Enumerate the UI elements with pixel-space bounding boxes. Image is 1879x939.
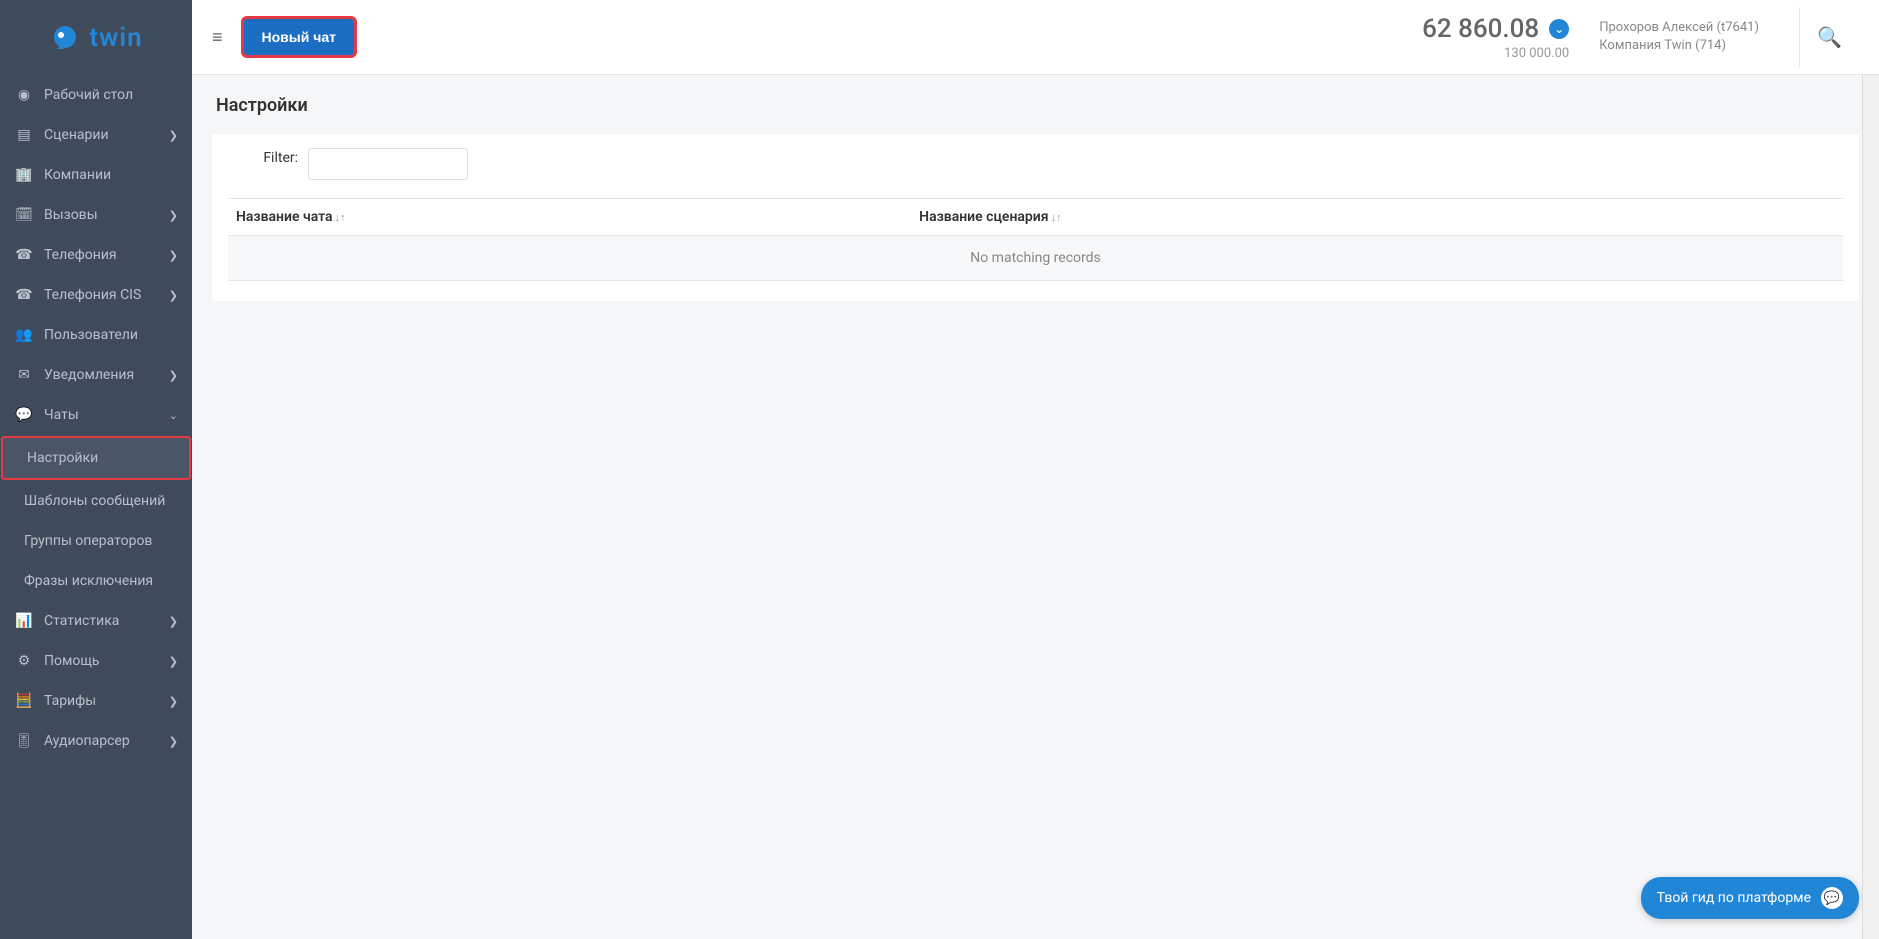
guide-label: Твой гид по платформе	[1657, 890, 1811, 906]
help-icon: ⚙	[16, 653, 32, 669]
chevron-right-icon: ❯	[169, 735, 178, 748]
scenarios-icon: ▤	[16, 127, 32, 143]
users-icon: 👥	[16, 327, 32, 343]
chevron-down-badge-icon[interactable]: ⌄	[1549, 19, 1569, 39]
user-name: Прохоров Алексей (t7641)	[1599, 19, 1759, 37]
filter-row: Filter:	[228, 148, 1843, 180]
tariffs-icon: 🧮	[16, 693, 32, 709]
chat-bubble-icon: 💬	[1821, 887, 1843, 909]
settings-panel: Filter: Название чата↓↑ Название сценари…	[212, 134, 1859, 301]
sidebar-sub-templates[interactable]: Шаблоны сообщений	[0, 481, 192, 521]
logo-icon	[49, 22, 81, 54]
telephony-cis-icon: ☎	[16, 287, 32, 303]
dashboard-icon: ◉	[16, 87, 32, 103]
telephony-icon: ☎	[16, 247, 32, 263]
sidebar-item-scenarios[interactable]: ▤ Сценарии ❯	[0, 115, 192, 155]
scrollbar[interactable]	[1862, 0, 1879, 939]
chevron-right-icon: ❯	[169, 209, 178, 222]
sidebar-item-notifications[interactable]: ✉ Уведомления ❯	[0, 355, 192, 395]
chevron-down-icon: ⌄	[169, 409, 178, 422]
chevron-right-icon: ❯	[169, 129, 178, 142]
sidebar-item-label: Телефония	[44, 247, 117, 263]
stats-icon: 📊	[16, 613, 32, 629]
sidebar-item-companies[interactable]: 🏢 Компании	[0, 155, 192, 195]
logo: twin	[49, 22, 142, 54]
chevron-right-icon: ❯	[169, 369, 178, 382]
sidebar-item-audioparser[interactable]: 🎚 Аудиопарсер ❯	[0, 721, 192, 761]
brand-text: twin	[89, 23, 142, 53]
hamburger-icon[interactable]: ≡	[212, 27, 223, 48]
sidebar-item-label: Тарифы	[44, 693, 96, 709]
filter-label: Filter:	[228, 148, 298, 166]
chats-icon: 💬	[16, 407, 32, 423]
sidebar-sub-label: Шаблоны сообщений	[24, 493, 165, 509]
chevron-right-icon: ❯	[169, 655, 178, 668]
balance-block[interactable]: 62 860.08 ⌄ 130 000.00	[1422, 14, 1569, 61]
balance-main: 62 860.08 ⌄	[1422, 14, 1569, 44]
col-actions	[1773, 199, 1843, 236]
logo-area[interactable]: twin	[0, 0, 192, 75]
sidebar-sub-label: Настройки	[27, 450, 98, 466]
sidebar-item-telephony-cis[interactable]: ☎ Телефония CIS ❯	[0, 275, 192, 315]
sidebar-item-label: Помощь	[44, 653, 100, 669]
chevron-right-icon: ❯	[169, 695, 178, 708]
table-empty-row: No matching records	[228, 236, 1843, 281]
notifications-icon: ✉	[16, 367, 32, 383]
sidebar-sub-settings[interactable]: Настройки	[1, 436, 191, 480]
calls-icon: 🗓	[16, 207, 32, 223]
company-icon: 🏢	[16, 167, 32, 183]
sidebar-item-label: Аудиопарсер	[44, 733, 130, 749]
sidebar-item-label: Вызовы	[44, 207, 98, 223]
col-label: Название чата	[236, 209, 333, 225]
balance-sub: 130 000.00	[1422, 46, 1569, 61]
search-button[interactable]: 🔍	[1799, 7, 1859, 67]
sidebar-item-stats[interactable]: 📊 Статистика ❯	[0, 601, 192, 641]
sort-icon: ↓↑	[1051, 211, 1062, 224]
sidebar-sub-label: Группы операторов	[24, 533, 152, 549]
sidebar-item-label: Чаты	[44, 407, 79, 423]
sidebar-item-label: Сценарии	[44, 127, 109, 143]
topbar-right: 62 860.08 ⌄ 130 000.00 Прохоров Алексей …	[1422, 7, 1859, 67]
sidebar-sub-groups[interactable]: Группы операторов	[0, 521, 192, 561]
sidebar-sub-label: Фразы исключения	[24, 573, 153, 589]
new-chat-button[interactable]: Новый чат	[241, 16, 358, 58]
user-company: Компания Twin (714)	[1599, 37, 1759, 55]
topbar: ≡ Новый чат 62 860.08 ⌄ 130 000.00 Прохо…	[192, 0, 1879, 75]
sort-icon: ↓↑	[335, 211, 346, 224]
empty-message: No matching records	[228, 236, 1843, 281]
filter-input[interactable]	[308, 148, 468, 180]
sidebar-item-dashboard[interactable]: ◉ Рабочий стол	[0, 75, 192, 115]
chats-table: Название чата↓↑ Название сценария↓↑ No m…	[228, 198, 1843, 281]
chevron-right-icon: ❯	[169, 289, 178, 302]
sidebar-item-tariffs[interactable]: 🧮 Тарифы ❯	[0, 681, 192, 721]
page-title: Настройки	[212, 95, 1859, 116]
user-info[interactable]: Прохоров Алексей (t7641) Компания Twin (…	[1599, 19, 1759, 55]
main-content: Настройки Filter: Название чата↓↑ Назван…	[192, 75, 1879, 939]
col-scenario-name[interactable]: Название сценария↓↑	[911, 199, 1773, 236]
sidebar-item-label: Пользователи	[44, 327, 138, 343]
sidebar: twin ◉ Рабочий стол ▤ Сценарии ❯ 🏢 Компа…	[0, 0, 192, 939]
chevron-right-icon: ❯	[169, 615, 178, 628]
sidebar-item-label: Уведомления	[44, 367, 134, 383]
sidebar-item-help[interactable]: ⚙ Помощь ❯	[0, 641, 192, 681]
sidebar-item-label: Компании	[44, 167, 111, 183]
col-label: Название сценария	[919, 209, 1048, 225]
sidebar-item-label: Рабочий стол	[44, 87, 133, 103]
sidebar-item-label: Статистика	[44, 613, 119, 629]
sidebar-item-telephony[interactable]: ☎ Телефония ❯	[0, 235, 192, 275]
sidebar-item-users[interactable]: 👥 Пользователи	[0, 315, 192, 355]
sidebar-sub-exclusions[interactable]: Фразы исключения	[0, 561, 192, 601]
sidebar-item-label: Телефония CIS	[44, 287, 141, 303]
sidebar-item-chats[interactable]: 💬 Чаты ⌄	[0, 395, 192, 435]
search-icon: 🔍	[1817, 25, 1842, 49]
guide-button[interactable]: Твой гид по платформе 💬	[1641, 877, 1859, 919]
audio-icon: 🎚	[16, 733, 32, 749]
chevron-right-icon: ❯	[169, 249, 178, 262]
balance-value: 62 860.08	[1422, 14, 1539, 44]
col-chat-name[interactable]: Название чата↓↑	[228, 199, 911, 236]
sidebar-item-calls[interactable]: 🗓 Вызовы ❯	[0, 195, 192, 235]
sidebar-nav: ◉ Рабочий стол ▤ Сценарии ❯ 🏢 Компании 🗓…	[0, 75, 192, 939]
